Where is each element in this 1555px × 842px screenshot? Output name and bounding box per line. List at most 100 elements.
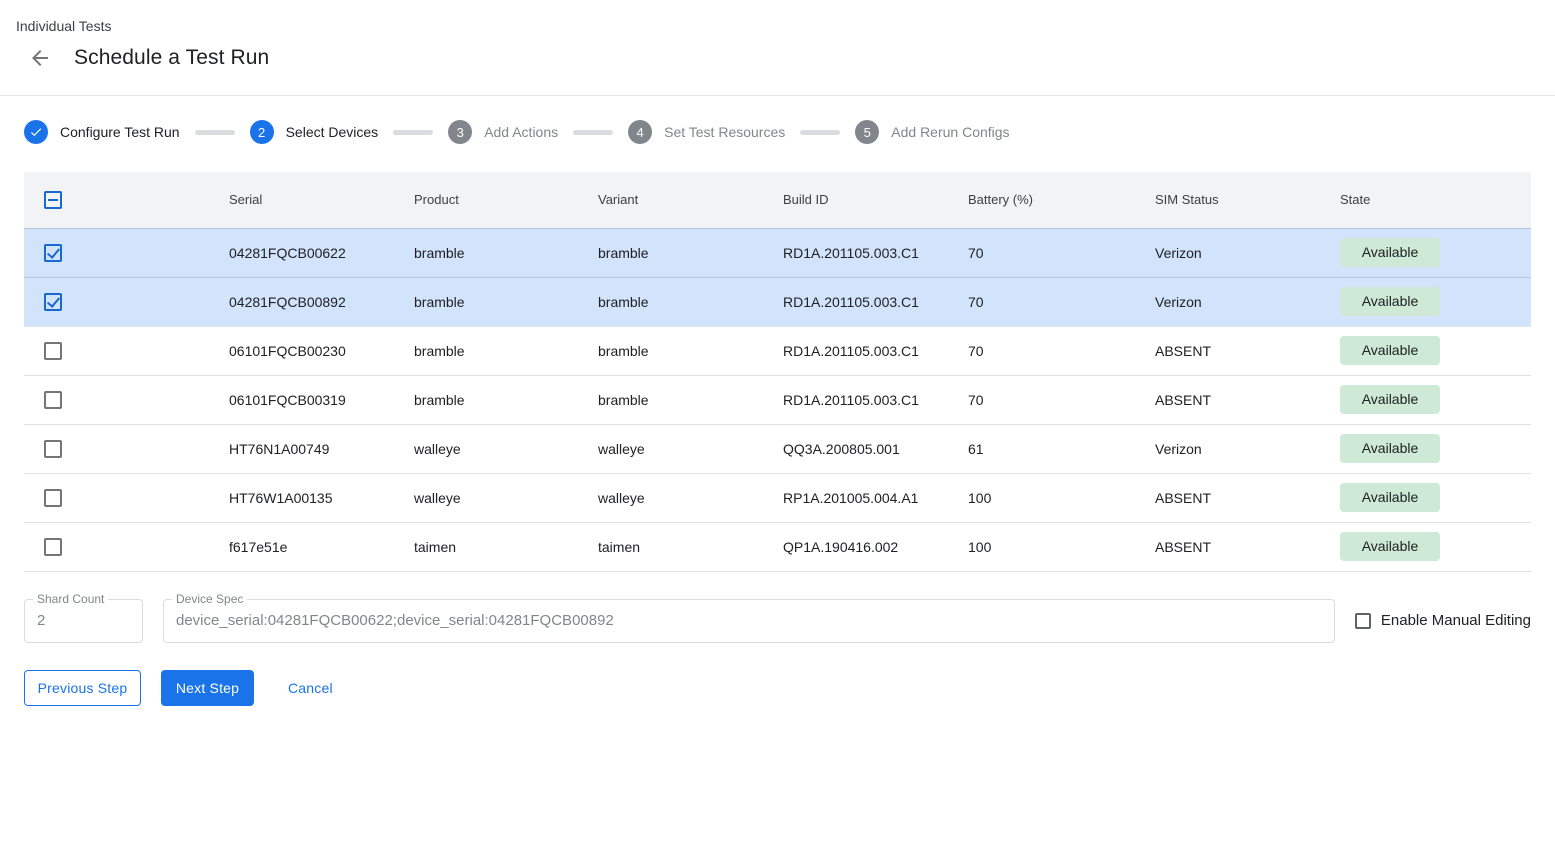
- step-connector: [573, 130, 613, 135]
- device-table: Serial Product Variant Build ID Battery …: [24, 172, 1531, 572]
- serial-cell: HT76W1A00135: [229, 473, 414, 522]
- column-header-battery: Battery (%): [968, 172, 1155, 228]
- shard-count-label: Shard Count: [33, 593, 108, 606]
- variant-cell: walleye: [598, 424, 783, 473]
- step-item-add-actions[interactable]: 3 Add Actions: [448, 120, 558, 144]
- table-row[interactable]: 04281FQCB00892 bramble bramble RD1A.2011…: [24, 277, 1531, 326]
- device-table-wrap: Serial Product Variant Build ID Battery …: [24, 172, 1531, 572]
- step-item-select-devices[interactable]: 2Select Devices: [250, 120, 379, 144]
- column-header-serial: Serial: [229, 172, 414, 228]
- row-checkbox[interactable]: [44, 293, 62, 311]
- variant-cell: bramble: [598, 375, 783, 424]
- table-row[interactable]: 06101FQCB00230 bramble bramble RD1A.2011…: [24, 326, 1531, 375]
- back-button[interactable]: [24, 42, 56, 74]
- state-chip: Available: [1340, 238, 1440, 267]
- battery-cell: 70: [968, 277, 1155, 326]
- state-chip: Available: [1340, 385, 1440, 414]
- next-step-button[interactable]: Next Step: [161, 670, 254, 706]
- enable-manual-editing[interactable]: Enable Manual Editing: [1355, 612, 1531, 629]
- serial-cell: HT76N1A00749: [229, 424, 414, 473]
- state-chip: Available: [1340, 532, 1440, 561]
- select-all-checkbox[interactable]: [44, 191, 62, 209]
- state-cell: Available: [1340, 522, 1531, 571]
- step-number: 3: [448, 120, 472, 144]
- row-checkbox[interactable]: [44, 391, 62, 409]
- row-checkbox[interactable]: [44, 489, 62, 507]
- product-cell: walleye: [414, 473, 598, 522]
- product-cell: bramble: [414, 228, 598, 277]
- sim-status-cell: ABSENT: [1155, 326, 1340, 375]
- device-spec-field[interactable]: Device Spec device_serial:04281FQCB00622…: [163, 599, 1335, 643]
- sim-status-cell: Verizon: [1155, 424, 1340, 473]
- shard-count-value: 2: [25, 612, 45, 629]
- row-checkbox[interactable]: [44, 342, 62, 360]
- state-cell: Available: [1340, 277, 1531, 326]
- table-row[interactable]: 06101FQCB00319 bramble bramble RD1A.2011…: [24, 375, 1531, 424]
- step-check-icon: [24, 120, 48, 144]
- table-row[interactable]: 04281FQCB00622 bramble bramble RD1A.2011…: [24, 228, 1531, 277]
- column-header-state: State: [1340, 172, 1531, 228]
- column-header-sim-status: SIM Status: [1155, 172, 1340, 228]
- variant-cell: walleye: [598, 473, 783, 522]
- sim-status-cell: ABSENT: [1155, 522, 1340, 571]
- battery-cell: 100: [968, 473, 1155, 522]
- state-cell: Available: [1340, 228, 1531, 277]
- cancel-button[interactable]: Cancel: [280, 670, 341, 706]
- stepper: Configure Test Run 2Select Devices 3 Add Ac…: [0, 120, 1555, 144]
- serial-cell: f617e51e: [229, 522, 414, 571]
- enable-manual-editing-label: Enable Manual Editing: [1381, 612, 1531, 629]
- step-connector: [800, 130, 840, 135]
- serial-cell: 06101FQCB00319: [229, 375, 414, 424]
- step-number: 4: [628, 120, 652, 144]
- sim-status-cell: Verizon: [1155, 228, 1340, 277]
- step-item-add-rerun-configs[interactable]: 5 Add Rerun Configs: [855, 120, 1009, 144]
- build-id-cell: RP1A.201005.004.A1: [783, 473, 968, 522]
- serial-cell: 04281FQCB00892: [229, 277, 414, 326]
- build-id-cell: RD1A.201105.003.C1: [783, 228, 968, 277]
- step-item-configure-test-run[interactable]: Configure Test Run: [24, 120, 180, 144]
- device-table-body: 04281FQCB00622 bramble bramble RD1A.2011…: [24, 228, 1531, 571]
- actions-row: Previous Step Next Step Cancel: [24, 670, 1531, 706]
- variant-cell: bramble: [598, 228, 783, 277]
- battery-cell: 70: [968, 375, 1155, 424]
- table-row[interactable]: f617e51e taimen taimen QP1A.190416.002 1…: [24, 522, 1531, 571]
- step-label: Add Actions: [484, 124, 558, 140]
- table-row[interactable]: HT76N1A00749 walleye walleye QQ3A.200805…: [24, 424, 1531, 473]
- battery-cell: 70: [968, 228, 1155, 277]
- row-checkbox[interactable]: [44, 244, 62, 262]
- page-header: Individual Tests Schedule a Test Run: [0, 0, 1555, 74]
- build-id-cell: RD1A.201105.003.C1: [783, 326, 968, 375]
- form-row: Shard Count 2 Device Spec device_serial:…: [24, 599, 1531, 643]
- serial-cell: 04281FQCB00622: [229, 228, 414, 277]
- build-id-cell: RD1A.201105.003.C1: [783, 277, 968, 326]
- step-item-set-test-resources[interactable]: 4 Set Test Resources: [628, 120, 785, 144]
- variant-cell: bramble: [598, 326, 783, 375]
- step-number: 5: [855, 120, 879, 144]
- title-row: Schedule a Test Run: [16, 42, 1531, 74]
- step-number: 2: [250, 120, 274, 144]
- page-title: Schedule a Test Run: [74, 46, 269, 70]
- arrow-left-icon: [28, 46, 52, 70]
- product-cell: bramble: [414, 375, 598, 424]
- previous-step-button[interactable]: Previous Step: [24, 670, 141, 706]
- row-checkbox[interactable]: [44, 440, 62, 458]
- header-divider: [0, 95, 1555, 96]
- table-row[interactable]: HT76W1A00135 walleye walleye RP1A.201005…: [24, 473, 1531, 522]
- state-chip: Available: [1340, 434, 1440, 463]
- step-label: Add Rerun Configs: [891, 124, 1009, 140]
- sim-status-cell: ABSENT: [1155, 473, 1340, 522]
- product-cell: bramble: [414, 326, 598, 375]
- battery-cell: 61: [968, 424, 1155, 473]
- state-cell: Available: [1340, 326, 1531, 375]
- shard-count-field[interactable]: Shard Count 2: [24, 599, 143, 643]
- breadcrumb: Individual Tests: [16, 18, 1531, 34]
- row-checkbox[interactable]: [44, 538, 62, 556]
- table-header-row: Serial Product Variant Build ID Battery …: [24, 172, 1531, 228]
- variant-cell: taimen: [598, 522, 783, 571]
- state-cell: Available: [1340, 473, 1531, 522]
- build-id-cell: RD1A.201105.003.C1: [783, 375, 968, 424]
- column-header-build-id: Build ID: [783, 172, 968, 228]
- step-label: Set Test Resources: [664, 124, 785, 140]
- enable-manual-editing-checkbox[interactable]: [1355, 613, 1371, 629]
- device-spec-value: device_serial:04281FQCB00622;device_seri…: [164, 612, 614, 629]
